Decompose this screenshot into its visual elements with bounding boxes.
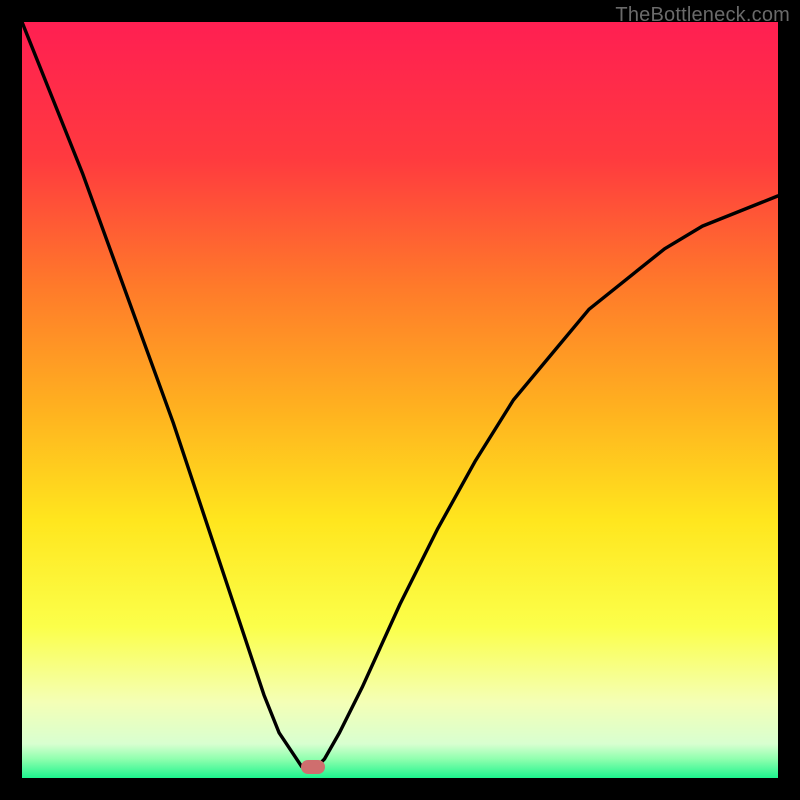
optimum-marker bbox=[301, 760, 325, 774]
plot-area bbox=[22, 22, 778, 778]
watermark-text: TheBottleneck.com bbox=[615, 4, 790, 27]
bottleneck-curve bbox=[22, 22, 778, 778]
chart-stage: TheBottleneck.com bbox=[0, 0, 800, 800]
